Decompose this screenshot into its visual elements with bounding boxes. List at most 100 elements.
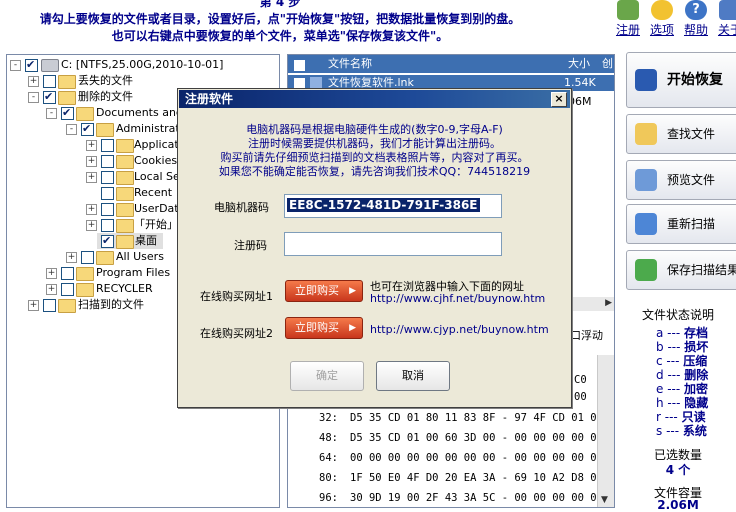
magnifier-icon xyxy=(635,169,657,191)
folder-icon xyxy=(116,203,134,217)
tree-checkbox[interactable] xyxy=(101,187,114,200)
ok-button[interactable]: 确定 xyxy=(290,361,364,391)
register-tool[interactable]: 注册 xyxy=(612,0,644,38)
tree-checkbox[interactable] xyxy=(43,299,56,312)
tree-label: 丢失的文件 xyxy=(78,74,133,87)
tree-checkbox[interactable] xyxy=(101,171,114,184)
tree-label: All Users xyxy=(116,250,164,263)
start-recovery-label: 开始恢复 xyxy=(667,72,723,88)
capacity-value: 2.06M xyxy=(657,498,699,512)
tree-label: 「开始」 xyxy=(134,218,178,231)
tree-checkbox[interactable] xyxy=(101,203,114,216)
list-header: 文件名称 大小 创 xyxy=(288,55,614,73)
float-window-toggle[interactable]: 口浮动 xyxy=(570,327,603,343)
tree-checkbox[interactable] xyxy=(25,57,38,73)
tree-checkbox[interactable] xyxy=(43,89,56,105)
cancel-button[interactable]: 取消 xyxy=(376,361,450,391)
tree-expander[interactable]: - xyxy=(66,124,77,135)
folder-icon xyxy=(76,107,94,121)
tree-expander[interactable]: - xyxy=(46,108,57,119)
column-size[interactable]: 大小 xyxy=(568,55,590,73)
folder-icon xyxy=(58,299,76,313)
options-tool[interactable]: 选项 xyxy=(646,0,678,38)
buy-url-2-link[interactable]: http://www.cjyp.net/buynow.htm xyxy=(370,323,549,336)
arrow-right-icon: ▶ xyxy=(349,286,356,296)
preview-file-button[interactable]: 预览文件 xyxy=(626,160,736,200)
legend-item: s --- 系统 xyxy=(656,424,707,438)
tree-checkbox[interactable] xyxy=(43,75,56,88)
tree-expander[interactable]: + xyxy=(46,268,57,279)
buy-now-button-2[interactable]: 立即购买 ▶ xyxy=(285,317,363,339)
tree-label: 桌面 xyxy=(135,234,157,247)
folder-icon xyxy=(76,267,94,281)
machine-code-label: 电脑机器码 xyxy=(214,201,269,214)
about-label: 关于 xyxy=(717,23,736,37)
instruction-line-1: 请勾上要恢复的文件或者目录，设置好后，点"开始恢复"按钮，把数据批量恢复到别的盘… xyxy=(39,12,521,26)
rescan-label: 重新扫描 xyxy=(667,217,716,231)
folder-icon xyxy=(116,139,134,153)
tree-checkbox[interactable] xyxy=(61,267,74,280)
tree-label: RECYCLER xyxy=(96,282,153,295)
folder-icon xyxy=(116,187,134,201)
tree-expander[interactable]: + xyxy=(28,76,39,87)
buy-url-1-label: 在线购买网址1 xyxy=(200,290,273,303)
dialog-titlebar[interactable]: 注册软件 × xyxy=(179,90,570,108)
help-tool[interactable]: ? 帮助 xyxy=(680,0,712,38)
drive-icon xyxy=(41,59,59,72)
tree-expander[interactable]: - xyxy=(10,60,21,71)
buy-now-label: 立即购买 xyxy=(295,284,339,297)
column-created[interactable]: 创 xyxy=(602,55,613,73)
tree-expander[interactable]: + xyxy=(66,252,77,263)
tree-expander[interactable]: - xyxy=(28,92,39,103)
options-label: 选项 xyxy=(649,23,674,37)
action-panel: 开始恢复 查找文件 预览文件 重新扫描 保存扫描结果 文件状态说明 a --- … xyxy=(620,40,736,512)
tree-checkbox[interactable] xyxy=(81,251,94,264)
scroll-right-icon[interactable]: ▶ xyxy=(605,298,612,308)
start-recovery-button[interactable]: 开始恢复 xyxy=(626,52,736,108)
reg-code-input[interactable] xyxy=(284,232,502,256)
buy-now-button-1[interactable]: 立即购买 ▶ xyxy=(285,280,363,302)
status-legend-title: 文件状态说明 xyxy=(641,308,714,322)
find-file-label: 查找文件 xyxy=(667,127,716,141)
reg-code-label: 注册码 xyxy=(234,239,267,252)
folder-icon xyxy=(116,171,134,185)
folder-icon xyxy=(116,219,134,233)
buy-now-label: 立即购买 xyxy=(295,321,339,334)
tree-checkbox[interactable] xyxy=(101,219,114,232)
instruction-line-2: 也可以右键点中要恢复的单个文件，菜单选"保存恢复该文件"。 xyxy=(111,29,449,43)
tree-node-desktop[interactable]: 桌面 xyxy=(97,233,163,249)
find-file-button[interactable]: 查找文件 xyxy=(626,114,736,154)
tree-label: Recent xyxy=(134,186,173,199)
scroll-down-icon[interactable]: ▼ xyxy=(601,495,608,505)
tree-expander[interactable]: + xyxy=(86,220,97,231)
tree-expander[interactable]: + xyxy=(46,284,57,295)
tree-checkbox[interactable] xyxy=(81,121,94,137)
selected-count-value: 4 个 xyxy=(665,463,691,477)
tree-expander[interactable]: + xyxy=(28,300,39,311)
close-icon[interactable]: × xyxy=(551,92,567,107)
buy-url-1-link[interactable]: http://www.cjhf.net/buynow.htm xyxy=(370,292,545,305)
column-name[interactable]: 文件名称 xyxy=(328,55,372,73)
about-tool[interactable]: 关于 xyxy=(714,0,736,38)
save-scan-button[interactable]: 保存扫描结果 xyxy=(626,250,736,290)
tree-expander[interactable]: + xyxy=(86,204,97,215)
folder-icon xyxy=(116,155,134,169)
machine-code-value: EE8C-1572-481D-791F-386E xyxy=(287,198,480,212)
tree-expander[interactable]: + xyxy=(86,156,97,167)
preview-file-label: 预览文件 xyxy=(667,173,716,187)
tree-checkbox[interactable] xyxy=(101,139,114,152)
tree-checkbox[interactable] xyxy=(101,155,114,168)
select-all-checkbox[interactable] xyxy=(294,60,305,71)
tree-checkbox[interactable] xyxy=(101,233,114,249)
tree-checkbox[interactable] xyxy=(61,105,74,121)
folder-icon xyxy=(58,75,76,89)
tree-label: 扫描到的文件 xyxy=(78,298,144,311)
tree-expander[interactable]: + xyxy=(86,172,97,183)
tree-expander[interactable]: + xyxy=(86,140,97,151)
tree-checkbox[interactable] xyxy=(61,283,74,296)
machine-code-field[interactable]: EE8C-1572-481D-791F-386E xyxy=(284,194,502,218)
folder-icon xyxy=(58,91,76,105)
vertical-scrollbar[interactable]: ▼ xyxy=(597,355,614,507)
rescan-button[interactable]: 重新扫描 xyxy=(626,204,736,244)
tree-label: C: [NTFS,25.00G,2010-10-01] xyxy=(61,58,224,71)
